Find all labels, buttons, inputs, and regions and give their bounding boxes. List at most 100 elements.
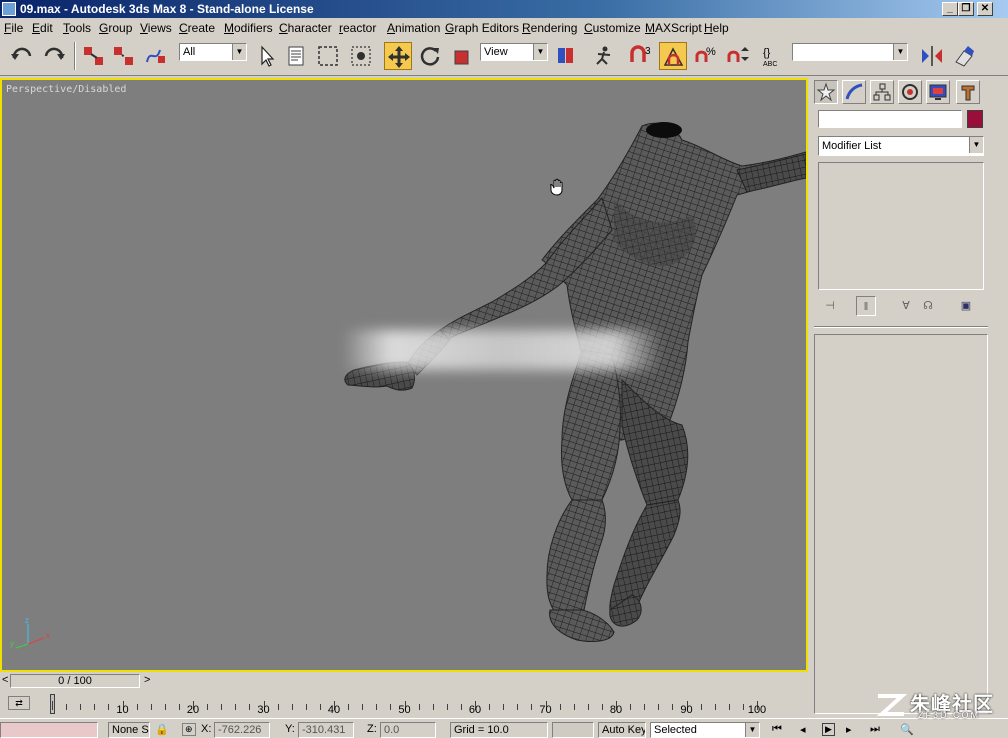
absolute-mode-icon[interactable]: ⊕ bbox=[182, 723, 196, 736]
menu-group[interactable]: Group bbox=[99, 21, 132, 35]
create-tab-icon[interactable] bbox=[814, 80, 838, 104]
menu-file[interactable]: File bbox=[4, 21, 23, 35]
modifier-list-dropdown[interactable]: Modifier List ▼ bbox=[818, 136, 984, 156]
lock-selection-icon[interactable]: 🔒 bbox=[155, 723, 169, 736]
track-tick bbox=[362, 704, 364, 710]
show-end-result-icon[interactable]: ‖ bbox=[856, 296, 876, 316]
pivot-center-icon[interactable] bbox=[552, 42, 580, 70]
display-tab-icon[interactable] bbox=[926, 80, 950, 104]
menu-reactor[interactable]: reactor bbox=[339, 21, 376, 35]
mirror-icon[interactable] bbox=[918, 42, 946, 70]
chevron-down-icon[interactable]: ▼ bbox=[232, 44, 246, 60]
next-frame-icon[interactable]: > bbox=[144, 674, 150, 686]
select-object-icon[interactable] bbox=[253, 42, 281, 70]
viewport-label[interactable]: Perspective/Disabled bbox=[6, 84, 126, 95]
hierarchy-tab-icon[interactable] bbox=[870, 80, 894, 104]
modifier-stack[interactable] bbox=[818, 162, 984, 290]
track-tick bbox=[348, 704, 350, 710]
chevron-down-icon[interactable]: ▼ bbox=[969, 137, 983, 153]
select-and-scale-icon[interactable] bbox=[448, 42, 476, 70]
menu-graph-editors[interactable]: Graph Editors bbox=[445, 21, 519, 35]
perspective-viewport[interactable]: Perspective/Disabled z y x bbox=[0, 78, 808, 672]
prev-frame-icon[interactable]: < bbox=[2, 674, 8, 686]
previous-frame-icon[interactable]: ◂ bbox=[800, 723, 806, 736]
maximize-button[interactable]: ❐ bbox=[958, 2, 974, 16]
track-tick bbox=[305, 704, 307, 710]
menu-help[interactable]: Help bbox=[704, 21, 729, 35]
time-slider[interactable]: < 0 / 100 > bbox=[0, 672, 808, 690]
key-filter-dropdown[interactable]: Selected ▼ bbox=[650, 722, 760, 738]
play-icon[interactable]: ▶ bbox=[822, 723, 835, 736]
track-tick bbox=[573, 704, 575, 710]
percent-snap-icon[interactable]: % bbox=[692, 42, 720, 70]
select-and-move-icon[interactable] bbox=[384, 42, 412, 70]
selection-filter-dropdown[interactable]: All ▼ bbox=[179, 43, 247, 61]
undo-icon[interactable] bbox=[8, 42, 36, 70]
object-name-field[interactable] bbox=[818, 110, 962, 128]
track-tick bbox=[432, 704, 434, 710]
menu-animation[interactable]: Animation bbox=[387, 21, 440, 35]
menu-character[interactable]: Character bbox=[279, 21, 332, 35]
remove-modifier-icon[interactable]: ☊ bbox=[918, 296, 938, 316]
x-coordinate-field[interactable]: -762.226 bbox=[214, 722, 270, 738]
edit-named-selections-icon[interactable]: {} ABC bbox=[760, 42, 788, 70]
chevron-down-icon[interactable]: ▼ bbox=[893, 44, 907, 60]
align-icon[interactable] bbox=[950, 42, 978, 70]
reference-coordinate-dropdown[interactable]: View ▼ bbox=[480, 43, 548, 61]
select-and-manipulate-icon[interactable] bbox=[590, 42, 618, 70]
pin-stack-icon[interactable]: ⊣ bbox=[820, 296, 840, 316]
object-color-swatch[interactable] bbox=[967, 110, 983, 128]
track-tick bbox=[559, 704, 561, 710]
menu-modifiers[interactable]: Modifiers bbox=[224, 21, 273, 35]
open-curve-editor-icon[interactable]: ⇄ bbox=[8, 696, 30, 710]
configure-modifier-sets-icon[interactable]: ▣ bbox=[956, 296, 976, 316]
track-tick bbox=[742, 704, 744, 710]
select-by-name-icon[interactable] bbox=[283, 42, 311, 70]
menu-maxscript[interactable]: MAXScript bbox=[645, 21, 702, 35]
x-coordinate-label: X: bbox=[201, 723, 212, 735]
auto-key-button[interactable]: Auto Key bbox=[598, 722, 646, 738]
snaps-toggle-icon[interactable]: 3 bbox=[626, 42, 654, 70]
menu-views[interactable]: Views bbox=[140, 21, 172, 35]
spinner-snap-icon[interactable] bbox=[724, 42, 752, 70]
next-frame-button-icon[interactable]: ▸ bbox=[846, 723, 852, 736]
select-and-link-icon[interactable] bbox=[80, 42, 108, 70]
menu-customize[interactable]: Customize bbox=[584, 21, 641, 35]
go-to-start-icon[interactable]: ⏮ bbox=[772, 723, 782, 736]
character-mesh[interactable] bbox=[2, 80, 806, 670]
track-tick bbox=[728, 704, 730, 710]
bind-to-space-warp-icon[interactable] bbox=[142, 42, 170, 70]
track-bar[interactable]: ⇄ 10 20 30 40 50 60 70 80 90 100 bbox=[0, 690, 808, 718]
window-crossing-icon[interactable] bbox=[347, 42, 375, 70]
menu-edit[interactable]: Edit bbox=[32, 21, 53, 35]
app-icon[interactable] bbox=[2, 2, 16, 16]
track-tick-label: 20 bbox=[186, 704, 200, 716]
menu-create[interactable]: Create bbox=[179, 21, 215, 35]
select-and-rotate-icon[interactable] bbox=[416, 42, 444, 70]
zoom-icon[interactable]: 🔍 bbox=[900, 723, 914, 736]
track-tick-label: 80 bbox=[609, 704, 623, 716]
minimize-button[interactable]: _ bbox=[942, 2, 958, 16]
unlink-selection-icon[interactable] bbox=[110, 42, 138, 70]
chevron-down-icon[interactable]: ▼ bbox=[745, 723, 759, 737]
make-unique-icon[interactable]: ∀ bbox=[896, 296, 916, 316]
utilities-tab-icon[interactable] bbox=[956, 80, 980, 104]
redo-icon[interactable] bbox=[40, 42, 68, 70]
main-toolbar: All ▼ View ▼ 3 % {} ABC ▼ bbox=[0, 38, 1008, 76]
named-selection-sets-dropdown[interactable]: ▼ bbox=[792, 43, 908, 61]
angle-snap-icon[interactable] bbox=[659, 42, 687, 70]
axis-x-label: x bbox=[46, 631, 50, 640]
motion-tab-icon[interactable] bbox=[898, 80, 922, 104]
go-to-end-icon[interactable]: ⏭ bbox=[870, 723, 880, 736]
maxscript-listener[interactable] bbox=[0, 722, 98, 738]
rectangular-selection-region-icon[interactable] bbox=[314, 42, 342, 70]
y-coordinate-field[interactable]: -310.431 bbox=[298, 722, 354, 738]
track-tick bbox=[446, 704, 448, 710]
chevron-down-icon[interactable]: ▼ bbox=[533, 44, 547, 60]
time-slider-thumb[interactable]: 0 / 100 bbox=[10, 674, 140, 688]
close-button[interactable]: ✕ bbox=[977, 2, 993, 16]
menu-rendering[interactable]: Rendering bbox=[522, 21, 577, 35]
z-coordinate-field[interactable]: 0.0 bbox=[380, 722, 436, 738]
modify-tab-icon[interactable] bbox=[842, 80, 866, 104]
menu-tools[interactable]: Tools bbox=[63, 21, 91, 35]
